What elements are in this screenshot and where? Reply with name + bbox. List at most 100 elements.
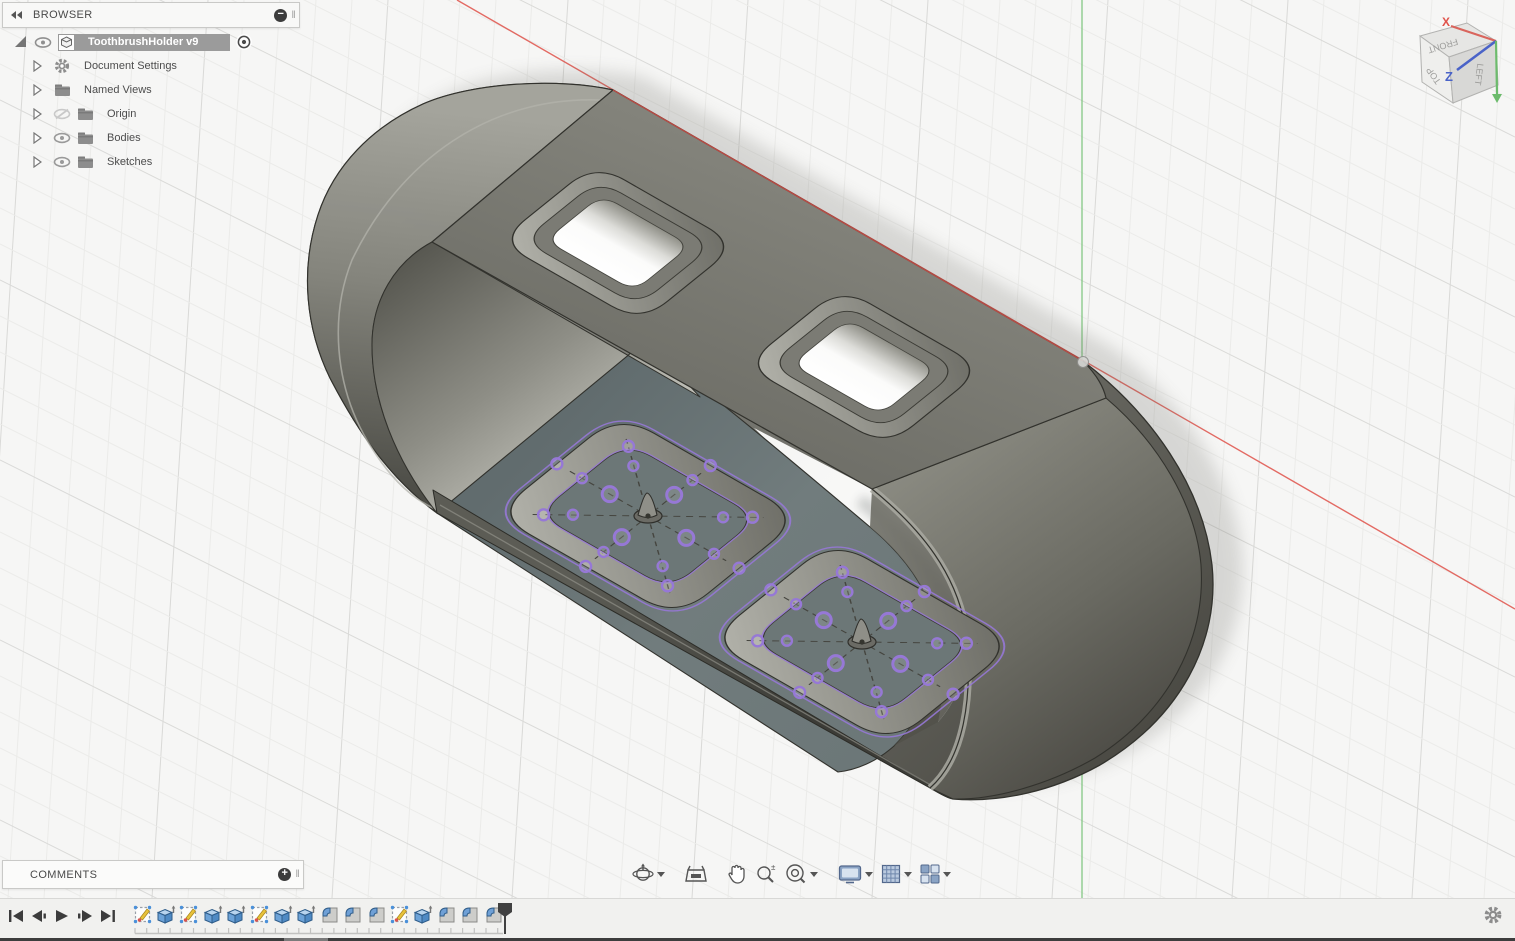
sidebar-item-document-settings[interactable]: Document Settings bbox=[33, 57, 198, 75]
origin-point[interactable] bbox=[1077, 356, 1089, 368]
display-settings-button[interactable] bbox=[838, 864, 873, 884]
orbit-button[interactable] bbox=[632, 863, 665, 885]
sketch-point[interactable] bbox=[900, 599, 913, 613]
browser-root-row[interactable]: ToothbrushHolder v9 bbox=[14, 33, 252, 51]
sketch-point[interactable] bbox=[550, 457, 564, 471]
fit-button[interactable] bbox=[785, 863, 818, 885]
eye-icon[interactable] bbox=[34, 36, 52, 48]
sidebar-item-sketches[interactable]: Sketches bbox=[33, 153, 165, 171]
extrude-feature-icon[interactable] bbox=[295, 903, 318, 926]
sketch-point[interactable] bbox=[826, 654, 845, 673]
step-forward-button[interactable] bbox=[73, 904, 96, 927]
play-button[interactable] bbox=[50, 904, 73, 927]
zoom-button[interactable]: ± bbox=[755, 863, 777, 885]
sketch-feature-icon[interactable] bbox=[388, 903, 411, 926]
sketch-point[interactable] bbox=[764, 583, 778, 597]
sidebar-item-bodies[interactable]: Bodies bbox=[33, 129, 155, 147]
sketch-point[interactable] bbox=[578, 559, 593, 574]
eye-hidden-icon[interactable] bbox=[53, 108, 71, 120]
sketch-feature-icon[interactable] bbox=[178, 903, 201, 926]
sketch-point[interactable] bbox=[946, 687, 960, 701]
sketch-point[interactable] bbox=[686, 473, 699, 487]
sketch-point[interactable] bbox=[792, 685, 807, 700]
sketch-point[interactable] bbox=[677, 528, 696, 547]
eye-icon[interactable] bbox=[53, 132, 71, 144]
sketch-feature-icon[interactable] bbox=[131, 903, 154, 926]
collapsed-arrow-icon[interactable] bbox=[33, 60, 42, 72]
model-body[interactable] bbox=[306, 82, 1214, 801]
sketch-point[interactable] bbox=[597, 545, 610, 559]
sketch-point[interactable] bbox=[621, 439, 636, 453]
minimize-browser-icon[interactable]: − bbox=[274, 8, 288, 22]
sketch-point[interactable] bbox=[780, 634, 794, 647]
sketch-point[interactable] bbox=[745, 510, 760, 524]
sketch-point[interactable] bbox=[703, 458, 718, 473]
activate-component-radio[interactable] bbox=[236, 34, 252, 50]
collapsed-arrow-icon[interactable] bbox=[33, 84, 42, 96]
pan-button[interactable] bbox=[727, 863, 747, 885]
expanded-arrow-icon[interactable] bbox=[14, 35, 28, 49]
sketch-point[interactable] bbox=[612, 528, 631, 547]
sketch-point[interactable] bbox=[656, 559, 669, 573]
sketch-point[interactable] bbox=[814, 611, 833, 630]
sketch-point[interactable] bbox=[870, 685, 883, 699]
fillet-feature-icon[interactable] bbox=[342, 903, 365, 926]
browser-grip-handle[interactable]: ‖ bbox=[291, 10, 296, 21]
extrude-feature-icon[interactable] bbox=[201, 903, 224, 926]
sketch-point[interactable] bbox=[707, 547, 721, 560]
eye-icon[interactable] bbox=[53, 156, 71, 168]
viewports-button[interactable] bbox=[920, 864, 951, 884]
step-back-button[interactable] bbox=[27, 904, 50, 927]
sketch-point[interactable] bbox=[874, 705, 889, 719]
sketch-point[interactable] bbox=[575, 472, 589, 485]
sketch-point[interactable] bbox=[921, 673, 935, 686]
go-to-end-button[interactable] bbox=[96, 904, 119, 927]
extrude-feature-icon[interactable] bbox=[412, 903, 435, 926]
look-at-button[interactable] bbox=[685, 864, 707, 884]
sketch-point[interactable] bbox=[835, 565, 850, 579]
sketch-point[interactable] bbox=[930, 637, 944, 650]
chevron-down-icon[interactable] bbox=[904, 871, 912, 881]
sketch-point[interactable] bbox=[732, 561, 746, 575]
sketch-feature-icon[interactable] bbox=[248, 903, 271, 926]
sketch-point[interactable] bbox=[789, 598, 803, 611]
sketch-point[interactable] bbox=[841, 585, 854, 599]
root-component-label[interactable]: ToothbrushHolder v9 bbox=[75, 33, 230, 51]
chevron-down-icon[interactable] bbox=[657, 871, 665, 881]
sketch-point[interactable] bbox=[917, 584, 932, 599]
sidebar-item-named-views[interactable]: Named Views bbox=[33, 81, 173, 99]
extrude-feature-icon[interactable] bbox=[271, 903, 294, 926]
sketch-point[interactable] bbox=[660, 579, 675, 593]
fillet-feature-icon[interactable] bbox=[458, 903, 481, 926]
fillet-feature-icon[interactable] bbox=[365, 903, 388, 926]
sketch-point[interactable] bbox=[665, 485, 684, 504]
sketch-point[interactable] bbox=[811, 671, 824, 685]
chevron-down-icon[interactable] bbox=[810, 871, 818, 881]
grid-and-snaps-button[interactable] bbox=[881, 864, 912, 884]
collapsed-arrow-icon[interactable] bbox=[33, 156, 42, 168]
chevron-down-icon[interactable] bbox=[943, 871, 951, 881]
collapsed-arrow-icon[interactable] bbox=[33, 108, 42, 120]
sketch-point[interactable] bbox=[879, 611, 898, 630]
comments-grip-handle[interactable]: ‖ bbox=[295, 869, 300, 880]
sidebar-item-origin[interactable]: Origin bbox=[33, 105, 155, 123]
3d-viewport[interactable] bbox=[0, 0, 1515, 898]
sketch-point[interactable] bbox=[750, 634, 765, 648]
fillet-feature-icon[interactable] bbox=[435, 903, 458, 926]
view-cube[interactable]: FRONT TOP LEFT X Z bbox=[1395, 2, 1515, 112]
sketch-point[interactable] bbox=[566, 508, 580, 521]
chevron-down-icon[interactable] bbox=[865, 871, 873, 881]
add-comment-icon[interactable]: + bbox=[278, 868, 292, 881]
sketch-point[interactable] bbox=[959, 636, 974, 650]
sketch-point[interactable] bbox=[600, 485, 619, 504]
collapse-panel-icon[interactable] bbox=[11, 11, 27, 19]
timeline-settings-gear-icon[interactable] bbox=[1483, 905, 1503, 925]
timeline-position-marker[interactable] bbox=[495, 901, 515, 935]
sketch-point[interactable] bbox=[536, 508, 551, 522]
extrude-feature-icon[interactable] bbox=[225, 903, 248, 926]
go-to-start-button[interactable] bbox=[4, 904, 27, 927]
view-cube-body[interactable]: FRONT TOP LEFT bbox=[1418, 22, 1499, 105]
extrude-feature-icon[interactable] bbox=[154, 903, 177, 926]
fillet-feature-icon[interactable] bbox=[318, 903, 341, 926]
sketch-point[interactable] bbox=[716, 511, 730, 524]
